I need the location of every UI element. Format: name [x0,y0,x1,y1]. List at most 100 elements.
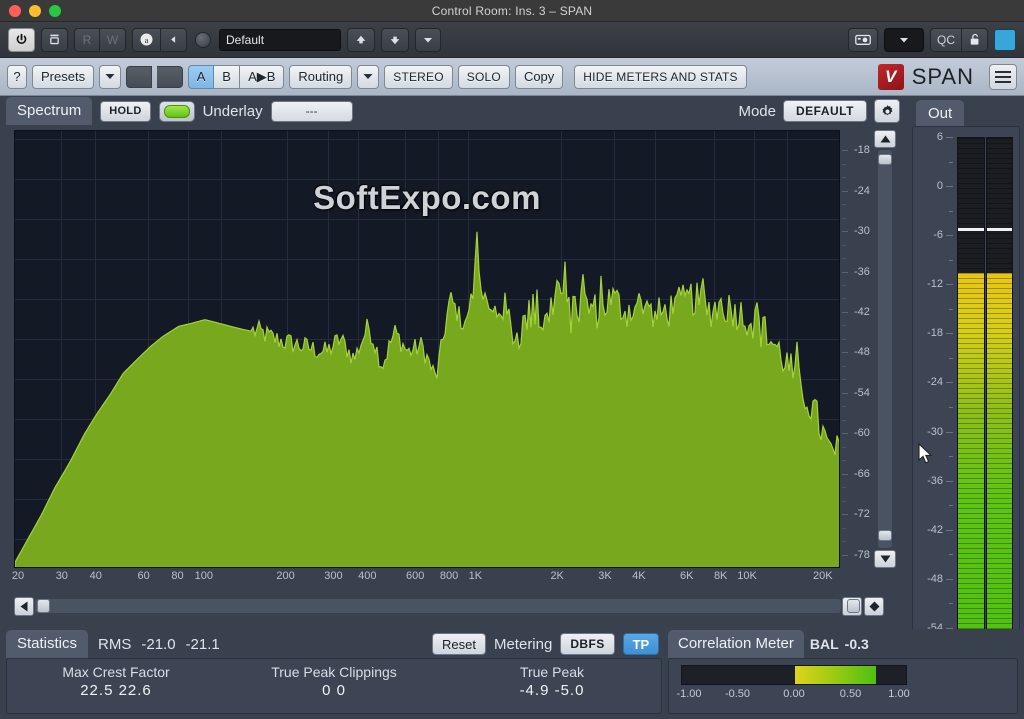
db-tick-minor [842,501,846,502]
vertical-scroll-track[interactable] [878,150,892,548]
preset-a-button[interactable]: A [188,65,214,89]
scroll-down-button[interactable] [874,550,896,568]
vertical-scroll-thumb-bottom[interactable] [878,530,892,541]
out-scale-tick [946,382,953,383]
camera-menu-button[interactable] [884,28,924,52]
out-scale-label: -12 [927,278,943,290]
db-tick-minor [842,541,846,542]
preset-b-button[interactable]: B [214,65,240,89]
underlay-select[interactable]: --- [271,101,353,122]
reset-button[interactable]: Reset [432,633,486,655]
horizontal-scroll-thumb-right[interactable] [847,599,860,613]
color-swatch[interactable] [994,29,1016,51]
tab-out[interactable]: Out [916,100,964,128]
solo-button[interactable]: SOLO [458,65,510,89]
db-tick-label: -24 [854,185,870,197]
presets-menu-button[interactable] [99,65,121,89]
down-arrow-icon [388,34,402,46]
hold-led-toggle[interactable] [159,101,195,122]
bypass-icon [48,33,61,46]
left-triangle-icon [20,601,28,612]
routing-menu-button[interactable] [357,65,379,89]
out-scale-tick-minor [949,407,953,408]
power-button[interactable] [8,28,35,52]
out-scale-label: -48 [927,573,943,585]
out-scale-tick [946,137,953,138]
led-indicator [164,105,190,118]
write-automation-button[interactable]: W [100,28,126,52]
bottom-section: Statistics RMS -21.0 -21.1 Reset Meterin… [0,629,1024,719]
scroll-left-button[interactable] [14,597,34,616]
preset-up-button[interactable] [347,28,375,52]
stat-title: Max Crest Factor [7,664,225,680]
redo-slot[interactable] [157,66,183,88]
routing-button[interactable]: Routing [289,65,352,89]
db-tick [842,433,848,434]
presets-button[interactable]: Presets [32,65,94,89]
stereo-button[interactable]: STEREO [384,65,453,89]
metering-scale-select[interactable]: DBFS [560,633,614,655]
hide-meters-and-stats-button[interactable]: HIDE METERS AND STATS [574,65,746,89]
quick-controls-button[interactable]: QC [930,28,962,52]
frequency-tick-label: 80 [171,570,183,582]
chevron-down-icon [899,36,909,44]
out-scale-tick [946,333,953,334]
lock-button[interactable] [962,28,988,52]
true-peak-toggle[interactable]: TP [623,633,660,655]
stat-max-crest-factor: Max Crest Factor 22.5 22.6 [7,659,225,713]
left-arrow-icon [167,33,180,46]
plugin-knob[interactable] [195,32,211,48]
horizontal-scroll[interactable] [14,596,884,616]
screenshot-button[interactable] [848,28,878,52]
spectrum-settings-button[interactable] [874,99,900,123]
vertical-scroll-thumb-top[interactable] [878,154,892,165]
vertical-scroll[interactable] [874,130,896,568]
horizontal-scroll-thumb-left[interactable] [37,599,50,613]
stat-value: 0 0 [225,682,443,699]
spectrum-header: Spectrum HOLD Underlay --- Mode DEFAULT [0,96,908,126]
tab-spectrum[interactable]: Spectrum [6,97,92,125]
scroll-up-button[interactable] [874,130,896,148]
preset-down-button[interactable] [381,28,409,52]
preset-name-field[interactable]: Default [219,29,341,51]
db-tick-minor [842,447,846,448]
chevron-down-icon [105,73,115,80]
automation-button[interactable]: a [132,28,161,52]
correlation-scale-label: 0.00 [783,688,804,700]
preset-menu-button[interactable] [415,28,441,52]
resize-handle[interactable] [864,597,884,616]
mode-select[interactable]: DEFAULT [783,100,867,122]
hold-button[interactable]: HOLD [100,101,150,122]
main-menu-button[interactable] [989,64,1017,90]
statistics-panel: Max Crest Factor 22.5 22.6 True Peak Cli… [6,658,662,714]
spectrum-panel: SoftExpo.com -18-24-30-36-42-48-54-60-66… [8,126,900,648]
db-tick-minor [842,285,846,286]
db-tick-minor [842,218,846,219]
unlock-icon [969,33,981,46]
copy-button[interactable]: Copy [515,65,563,89]
out-scale-label: -18 [927,327,943,339]
copy-a-to-b-button[interactable]: A▶B [240,65,284,89]
db-tick-minor [842,258,846,259]
frequency-tick-label: 3K [598,570,611,582]
frequency-tick-label: 40 [90,570,102,582]
bypass-button[interactable] [41,28,68,52]
tab-correlation-meter[interactable]: Correlation Meter [668,630,804,658]
read-automation-button[interactable]: R [74,28,100,52]
db-tick-label: -60 [854,427,870,439]
correlation-scale-label: -1.00 [676,688,701,700]
horizontal-scroll-track[interactable] [35,599,841,613]
frequency-tick-label: 4K [632,570,645,582]
meter-left [957,137,985,677]
db-tick-minor [842,366,846,367]
db-tick-minor [842,406,846,407]
tab-statistics[interactable]: Statistics [6,630,88,658]
undo-slot[interactable] [126,66,152,88]
help-button[interactable]: ? [7,65,27,89]
compare-button[interactable] [161,28,187,52]
spectrum-plot[interactable]: SoftExpo.com [14,130,840,568]
frequency-tick-label: 800 [440,570,458,582]
frequency-tick-label: 300 [324,570,342,582]
correlation-scale-label: 1.00 [888,688,909,700]
up-triangle-icon [880,135,891,143]
